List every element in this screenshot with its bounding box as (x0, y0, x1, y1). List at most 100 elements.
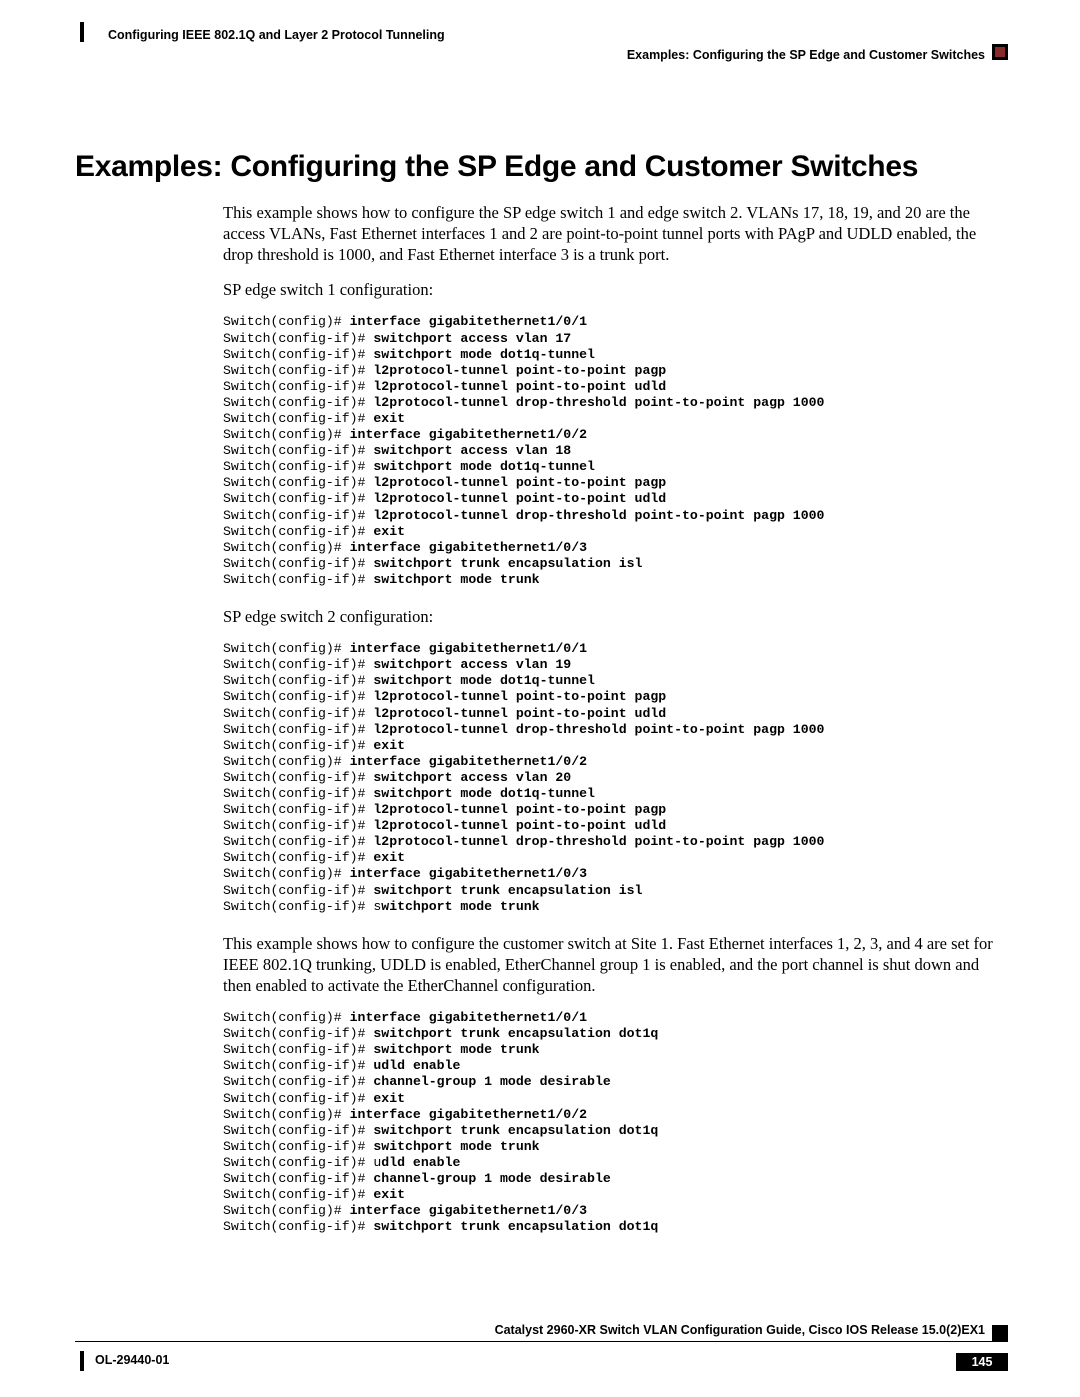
cli-prompt: Switch(config-if)# (223, 363, 373, 378)
cli-prompt: Switch(config-if)# (223, 1091, 373, 1106)
running-head-right: Examples: Configuring the SP Edge and Cu… (627, 48, 985, 62)
footer-right-square-icon (992, 1325, 1008, 1341)
cli-prompt: Switch(config-if)# (223, 556, 373, 571)
cli-command: switchport trunk encapsulation isl (373, 883, 642, 898)
footer-rule (75, 1341, 1008, 1342)
cli-command: switchport mode dot1q-tunnel (373, 786, 595, 801)
footer-left-bar-icon (80, 1351, 84, 1371)
cli-prompt: Switch(config-if)# (223, 706, 373, 721)
sp1-label: SP edge switch 1 configuration: (223, 279, 1005, 300)
cli-prompt: Switch(config-if)# (223, 1123, 373, 1138)
cli-command: exit (373, 738, 405, 753)
cli-prompt: Switch(config-if)# (223, 1042, 373, 1057)
cli-command: interface gigabitethernet1/0/1 (350, 1010, 587, 1025)
cli-command: l2protocol-tunnel drop-threshold point-t… (373, 508, 824, 523)
cli-prompt: Switch(config-if)# (223, 411, 373, 426)
cli-command: l2protocol-tunnel point-to-point pagp (373, 363, 666, 378)
cli-prompt: Switch(config-if)# (223, 818, 373, 833)
running-head-left: Configuring IEEE 802.1Q and Layer 2 Prot… (108, 28, 445, 42)
cli-prompt: Switch(config-if)# (223, 395, 373, 410)
cli-command: switchport access vlan 17 (373, 331, 571, 346)
cli-prompt: Switch(config-if)# (223, 883, 373, 898)
cli-prompt: Switch(config-if)# (223, 475, 373, 490)
cli-command: interface gigabitethernet1/0/1 (350, 641, 587, 656)
cli-command: switchport mode trunk (373, 572, 539, 587)
cli-command: interface gigabitethernet1/0/3 (350, 1203, 587, 1218)
footer-doc-id: OL-29440-01 (95, 1353, 169, 1367)
cli-command: l2protocol-tunnel point-to-point udld (373, 491, 666, 506)
cli-command: interface gigabitethernet1/0/3 (350, 866, 587, 881)
cli-command: channel-group 1 mode desirable (373, 1171, 610, 1186)
cli-prompt: Switch(config-if)# (223, 524, 373, 539)
cli-prompt: Switch(config-if)# (223, 1139, 373, 1154)
customer-intro-paragraph: This example shows how to configure the … (223, 933, 1005, 996)
cli-command: l2protocol-tunnel point-to-point udld (373, 706, 666, 721)
content-body: This example shows how to configure the … (223, 202, 1005, 1235)
cli-prompt: Switch(config-if)# (223, 770, 373, 785)
cli-prompt: Switch(config)# (223, 540, 350, 555)
cli-command: switchport trunk encapsulation dot1q (373, 1026, 658, 1041)
cli-prompt: Switch(config-if)# (223, 689, 373, 704)
cli-command: l2protocol-tunnel point-to-point pagp (373, 689, 666, 704)
cli-prompt: Switch(config-if)# (223, 1219, 373, 1234)
cli-prompt: Switch(config-if)# (223, 331, 373, 346)
cli-command: exit (373, 850, 405, 865)
cli-command: switchport mode dot1q-tunnel (373, 347, 595, 362)
footer-book-title: Catalyst 2960-XR Switch VLAN Configurati… (495, 1323, 985, 1337)
cli-command: interface gigabitethernet1/0/1 (350, 314, 587, 329)
cli-command: l2protocol-tunnel point-to-point udld (373, 379, 666, 394)
cli-prompt: Switch(config-if)# (223, 379, 373, 394)
cli-command: switchport access vlan 20 (373, 770, 571, 785)
cli-prompt: Switch(config-if)# (223, 834, 373, 849)
cli-prompt: Switch(config-if)# (223, 491, 373, 506)
cli-command: exit (373, 524, 405, 539)
cli-prompt: Switch(config)# (223, 866, 350, 881)
cli-prompt: Switch(config-if)# (223, 347, 373, 362)
cli-prompt: Switch(config)# (223, 1010, 350, 1025)
cli-prompt: Switch(config-if)# (223, 1026, 373, 1041)
cli-command: interface gigabitethernet1/0/3 (350, 540, 587, 555)
cli-prompt: Switch(config-if)# u (223, 1155, 381, 1170)
cli-command: switchport trunk encapsulation isl (373, 556, 642, 571)
cli-prompt: Switch(config)# (223, 641, 350, 656)
intro-paragraph: This example shows how to configure the … (223, 202, 1005, 265)
cli-prompt: Switch(config-if)# (223, 673, 373, 688)
cli-command: l2protocol-tunnel drop-threshold point-t… (373, 722, 824, 737)
cli-command: exit (373, 1187, 405, 1202)
page: Configuring IEEE 802.1Q and Layer 2 Prot… (0, 0, 1080, 1397)
cli-prompt: Switch(config)# (223, 427, 350, 442)
cli-prompt: Switch(config)# (223, 314, 350, 329)
sp2-label: SP edge switch 2 configuration: (223, 606, 1005, 627)
cli-command: switchport mode trunk (373, 1042, 539, 1057)
cli-command: dld enable (381, 1155, 460, 1170)
cli-command: interface gigabitethernet1/0/2 (350, 1107, 587, 1122)
cli-prompt: Switch(config-if)# (223, 1074, 373, 1089)
cli-command: switchport access vlan 19 (373, 657, 571, 672)
cli-command: exit (373, 411, 405, 426)
cli-prompt: Switch(config-if)# (223, 722, 373, 737)
cli-command: l2protocol-tunnel drop-threshold point-t… (373, 395, 824, 410)
cli-command: switchport trunk encapsulation dot1q (373, 1219, 658, 1234)
cli-command: switchport mode trunk (373, 1139, 539, 1154)
cli-prompt: Switch(config-if)# (223, 1171, 373, 1186)
cli-prompt: Switch(config-if)# (223, 1058, 373, 1073)
cli-prompt: Switch(config)# (223, 1107, 350, 1122)
cli-prompt: Switch(config-if)# (223, 802, 373, 817)
cli-command: l2protocol-tunnel drop-threshold point-t… (373, 834, 824, 849)
cli-command: l2protocol-tunnel point-to-point pagp (373, 802, 666, 817)
cli-prompt: Switch(config-if)# (223, 786, 373, 801)
header-right-square-icon (992, 44, 1008, 60)
cli-block-sp1: Switch(config)# interface gigabitetherne… (223, 314, 1005, 588)
cli-prompt: Switch(config-if)# (223, 572, 373, 587)
section-title: Examples: Configuring the SP Edge and Cu… (75, 150, 1005, 184)
cli-prompt: Switch(config)# (223, 1203, 350, 1218)
cli-command: interface gigabitethernet1/0/2 (350, 754, 587, 769)
cli-prompt: Switch(config-if)# (223, 1187, 373, 1202)
cli-prompt: Switch(config-if)# (223, 738, 373, 753)
cli-prompt: Switch(config-if)# (223, 850, 373, 865)
cli-command: switchport mode dot1q-tunnel (373, 459, 595, 474)
header-left-bar-icon (80, 22, 84, 42)
cli-command: interface gigabitethernet1/0/2 (350, 427, 587, 442)
cli-command: switchport access vlan 18 (373, 443, 571, 458)
cli-command: l2protocol-tunnel point-to-point pagp (373, 475, 666, 490)
